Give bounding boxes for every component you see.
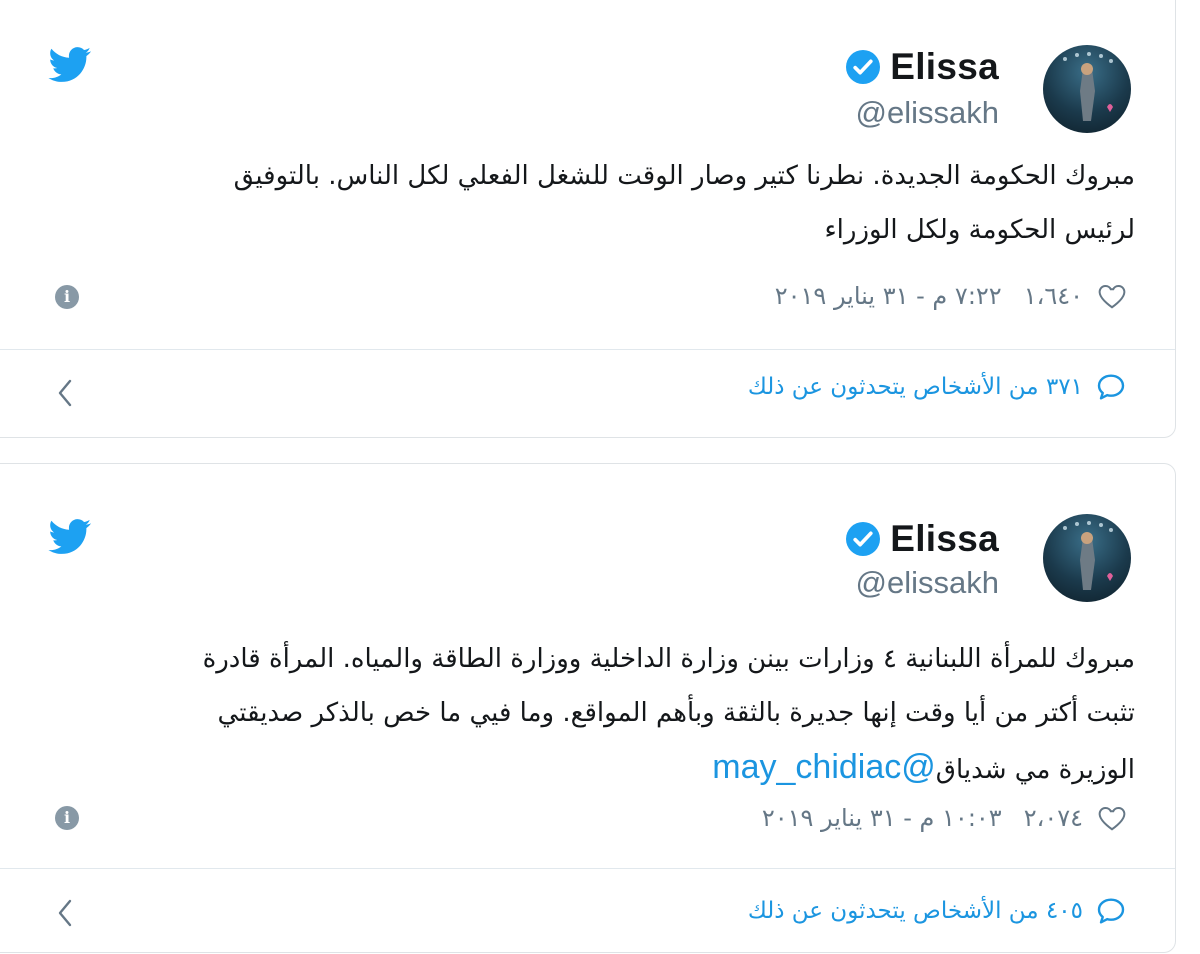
avatar[interactable]	[1043, 514, 1131, 602]
people-talking-text: ٤٠٥ من الأشخاص يتحدثون عن ذلك	[747, 898, 1083, 924]
like-action[interactable]: ١،٦٤٠	[1024, 281, 1127, 311]
twitter-bird-icon[interactable]	[48, 47, 92, 83]
like-action[interactable]: ٢،٠٧٤	[1024, 803, 1127, 833]
verified-badge-icon	[846, 50, 881, 84]
tweet-text-line: مبروك للمرأة اللبنانية ٤ وزارات بينن وزا…	[202, 644, 1135, 674]
tweet-text-line: تثبت أكتر من أيا وقت إنها جديرة بالثقة و…	[217, 698, 1135, 728]
heart-icon[interactable]	[1097, 281, 1127, 311]
mention-link[interactable]: @may_chidiac	[712, 748, 936, 786]
tweet-text-line: الوزيرة مي شدياق@may_chidiac	[60, 740, 1135, 797]
tweet-text-line-part: الوزيرة مي شدياق	[935, 755, 1135, 785]
people-talking-link[interactable]: ٣٧١ من الأشخاص يتحدثون عن ذلك	[748, 365, 1127, 409]
tweet-text: مبروك الحكومة الجديدة. نطرنا كتير وصار ا…	[60, 149, 1135, 257]
tweet-card: Elissa @elissakh مبروك للمرأة اللبنانية …	[0, 463, 1176, 953]
tweet-text: مبروك للمرأة اللبنانية ٤ وزارات بينن وزا…	[60, 632, 1135, 797]
tweet-meta: ٢،٠٧٤ ١٠:٠٣ م - ٣١ يناير ٢٠١٩	[762, 798, 1127, 838]
people-talking-text: ٣٧١ من الأشخاص يتحدثون عن ذلك	[747, 374, 1083, 400]
info-icon[interactable]: i	[55, 806, 79, 830]
author-name: Elissa	[890, 46, 999, 87]
author-handle[interactable]: @elissakh	[856, 563, 999, 603]
author-name-row[interactable]: Elissa	[846, 517, 999, 561]
info-icon[interactable]: i	[55, 285, 79, 309]
verified-badge-icon	[846, 522, 881, 556]
author-handle[interactable]: @elissakh	[856, 93, 999, 133]
reply-bubble-icon	[1097, 374, 1125, 400]
author-name-row[interactable]: Elissa	[846, 45, 999, 89]
chevron-left-icon[interactable]	[54, 377, 76, 409]
chevron-left-icon[interactable]	[54, 897, 76, 929]
twitter-bird-icon[interactable]	[48, 519, 92, 555]
author-name: Elissa	[890, 518, 999, 559]
timestamp[interactable]: ١٠:٠٣ م - ٣١ يناير ٢٠١٩	[762, 804, 1002, 832]
tweet-text-line: مبروك الحكومة الجديدة. نطرنا كتير وصار ا…	[233, 161, 1135, 191]
divider	[0, 868, 1175, 869]
tweet-text-line: لرئيس الحكومة ولكل الوزراء	[824, 215, 1135, 245]
divider	[0, 349, 1175, 350]
avatar-image	[1063, 521, 1113, 590]
tweet-meta: ١،٦٤٠ ٧:٢٢ م - ٣١ يناير ٢٠١٩	[775, 276, 1127, 316]
like-count: ١،٦٤٠	[1023, 282, 1083, 310]
reply-bubble-icon	[1097, 898, 1125, 924]
tweet-card: Elissa @elissakh مبروك الحكومة الجديدة. …	[0, 0, 1176, 438]
people-talking-link[interactable]: ٤٠٥ من الأشخاص يتحدثون عن ذلك	[748, 889, 1127, 933]
timestamp[interactable]: ٧:٢٢ م - ٣١ يناير ٢٠١٩	[775, 282, 1002, 310]
heart-icon[interactable]	[1097, 803, 1127, 833]
like-count: ٢،٠٧٤	[1023, 804, 1083, 832]
avatar[interactable]	[1043, 45, 1131, 133]
avatar-image	[1063, 52, 1113, 121]
